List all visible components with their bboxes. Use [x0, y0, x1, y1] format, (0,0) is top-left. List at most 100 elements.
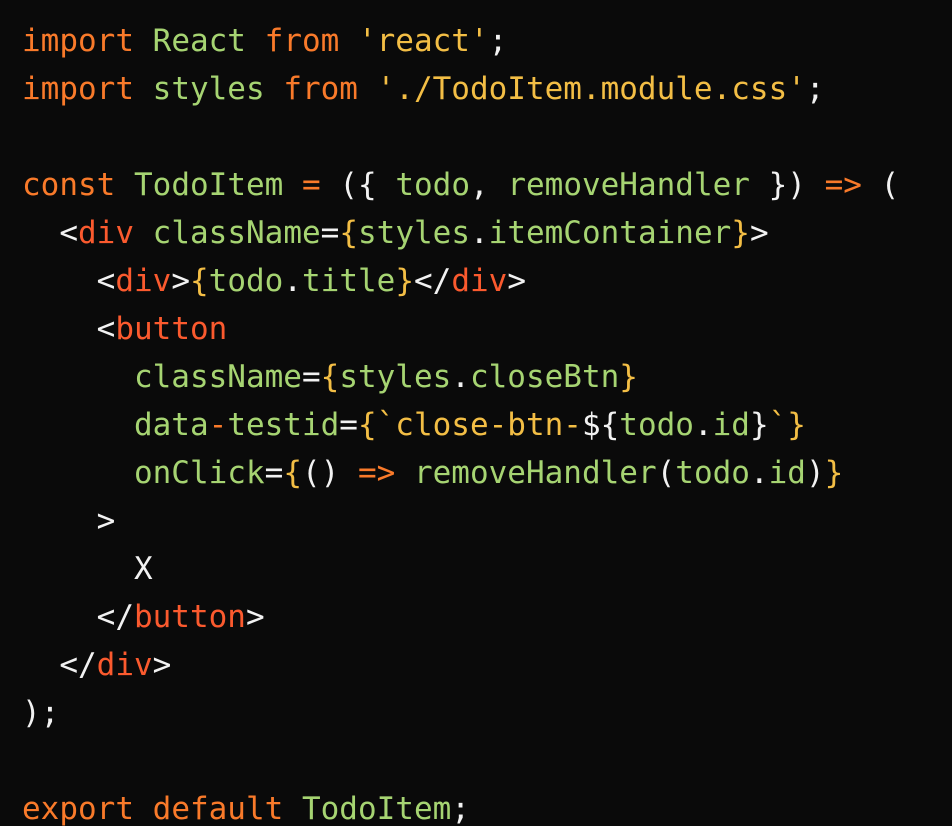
code-token: >: [171, 263, 190, 299]
code-token: =>: [357, 455, 396, 491]
code-token: TodoItem: [301, 791, 452, 826]
code-token: closeBtn: [469, 359, 620, 395]
code-line[interactable]: import styles from './TodoItem.module.cs…: [22, 65, 825, 113]
code-token: className: [152, 215, 321, 251]
code-line[interactable]: export default TodoItem;: [22, 785, 470, 826]
code-token: .: [283, 263, 302, 299]
code-token: button: [133, 599, 246, 635]
code-token: }: [787, 407, 806, 443]
code-token: }: [619, 359, 638, 395]
code-token: import: [22, 23, 134, 59]
code-line[interactable]: <button: [22, 305, 228, 353]
code-token: removeHandler: [507, 167, 750, 203]
code-token: from: [283, 71, 358, 107]
code-token: .: [451, 359, 470, 395]
code-token: >: [507, 263, 526, 299]
code-line[interactable]: import React from 'react';: [22, 17, 507, 65]
code-token: div: [115, 263, 172, 299]
code-token: ;: [451, 791, 470, 826]
code-line[interactable]: X: [22, 545, 153, 593]
code-token: TodoItem: [134, 167, 284, 203]
code-token: }): [768, 167, 806, 203]
code-line[interactable]: const TodoItem = ({ todo, removeHandler …: [22, 161, 899, 209]
code-line[interactable]: onClick={() => removeHandler(todo.id)}: [22, 449, 843, 497]
code-token: default: [152, 791, 284, 826]
code-line[interactable]: data-testid={`close-btn-${todo.id}`}: [22, 401, 806, 449]
code-token: >: [749, 215, 769, 251]
code-token: 'react': [357, 23, 489, 59]
code-token: div: [78, 215, 134, 251]
code-token: <: [22, 263, 116, 299]
code-token: `: [768, 407, 788, 443]
code-token: styles: [339, 359, 452, 395]
code-token: ${: [581, 407, 620, 443]
code-token: ;: [805, 71, 825, 107]
code-token: .: [749, 455, 769, 491]
code-token: {: [320, 359, 340, 395]
code-token: =: [264, 455, 284, 491]
code-token: }: [731, 215, 750, 251]
code-token: =: [301, 359, 321, 395]
code-token: </: [414, 263, 452, 299]
code-token: title: [302, 263, 396, 299]
code-line[interactable]: <div className={styles.itemContainer}>: [22, 209, 769, 257]
code-token: </: [22, 599, 134, 635]
code-token: const: [22, 167, 116, 203]
code-token: ({: [339, 167, 377, 203]
code-token: {: [190, 263, 209, 299]
code-token: ;: [488, 23, 508, 59]
code-token: `close-btn-: [376, 407, 582, 443]
code-line[interactable]: >: [22, 497, 116, 545]
code-token: (: [656, 455, 676, 491]
code-token: =>: [824, 167, 862, 203]
code-token: div: [96, 647, 153, 683]
code-token: >: [22, 503, 116, 539]
code-line[interactable]: );: [22, 689, 59, 737]
code-line[interactable]: </div>: [22, 641, 171, 689]
code-line[interactable]: className={styles.closeBtn}: [22, 353, 638, 401]
code-token: .: [693, 407, 713, 443]
code-token: id: [712, 407, 750, 443]
code-line[interactable]: <div>{todo.title}</div>: [22, 257, 526, 305]
code-token: =: [301, 167, 321, 203]
code-token: =: [339, 407, 358, 443]
code-token: >: [152, 647, 172, 683]
code-token: -: [208, 407, 228, 443]
code-token: </: [22, 647, 97, 683]
code-token: className: [133, 359, 302, 395]
code-token: todo: [619, 407, 694, 443]
code-token: }: [395, 263, 414, 299]
code-token: testid: [227, 407, 340, 443]
code-token: {: [357, 407, 377, 443]
code-token: todo: [675, 455, 750, 491]
code-token: (): [301, 455, 340, 491]
code-token: X: [22, 551, 153, 587]
code-token: styles: [358, 215, 470, 251]
code-token: >: [245, 599, 265, 635]
code-token: itemContainer: [488, 215, 732, 251]
code-editor[interactable]: import React from 'react'; import styles …: [0, 0, 952, 826]
code-token: {: [339, 215, 358, 251]
code-token: onClick: [133, 455, 265, 491]
code-token: ,: [469, 167, 489, 203]
code-token: ): [805, 455, 825, 491]
code-token: removeHandler: [413, 455, 657, 491]
code-line[interactable]: </button>: [22, 593, 265, 641]
